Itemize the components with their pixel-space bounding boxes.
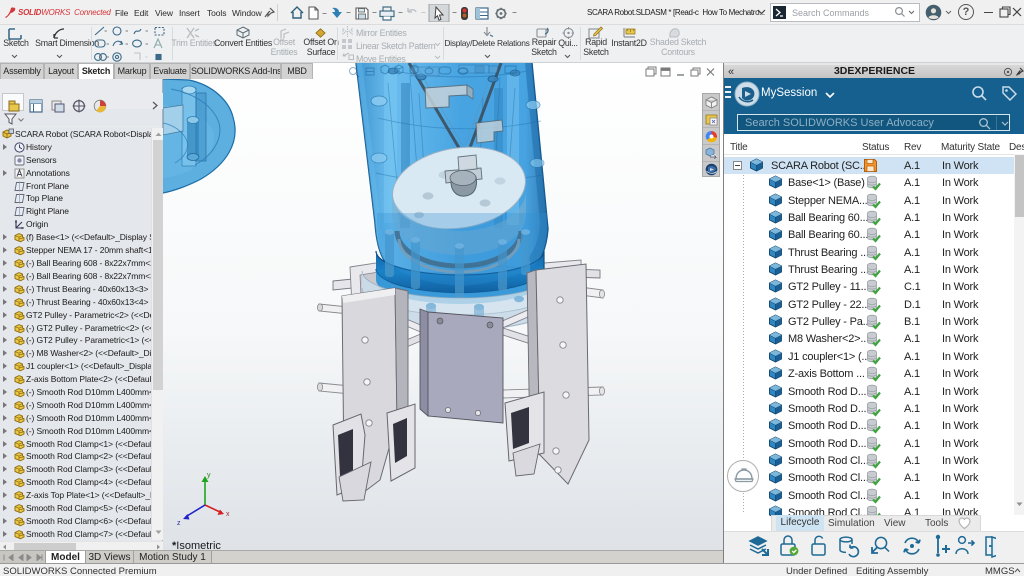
svg-text:x: x — [226, 511, 230, 518]
svg-text:z: z — [177, 520, 181, 527]
svg-text:y: y — [207, 472, 211, 479]
